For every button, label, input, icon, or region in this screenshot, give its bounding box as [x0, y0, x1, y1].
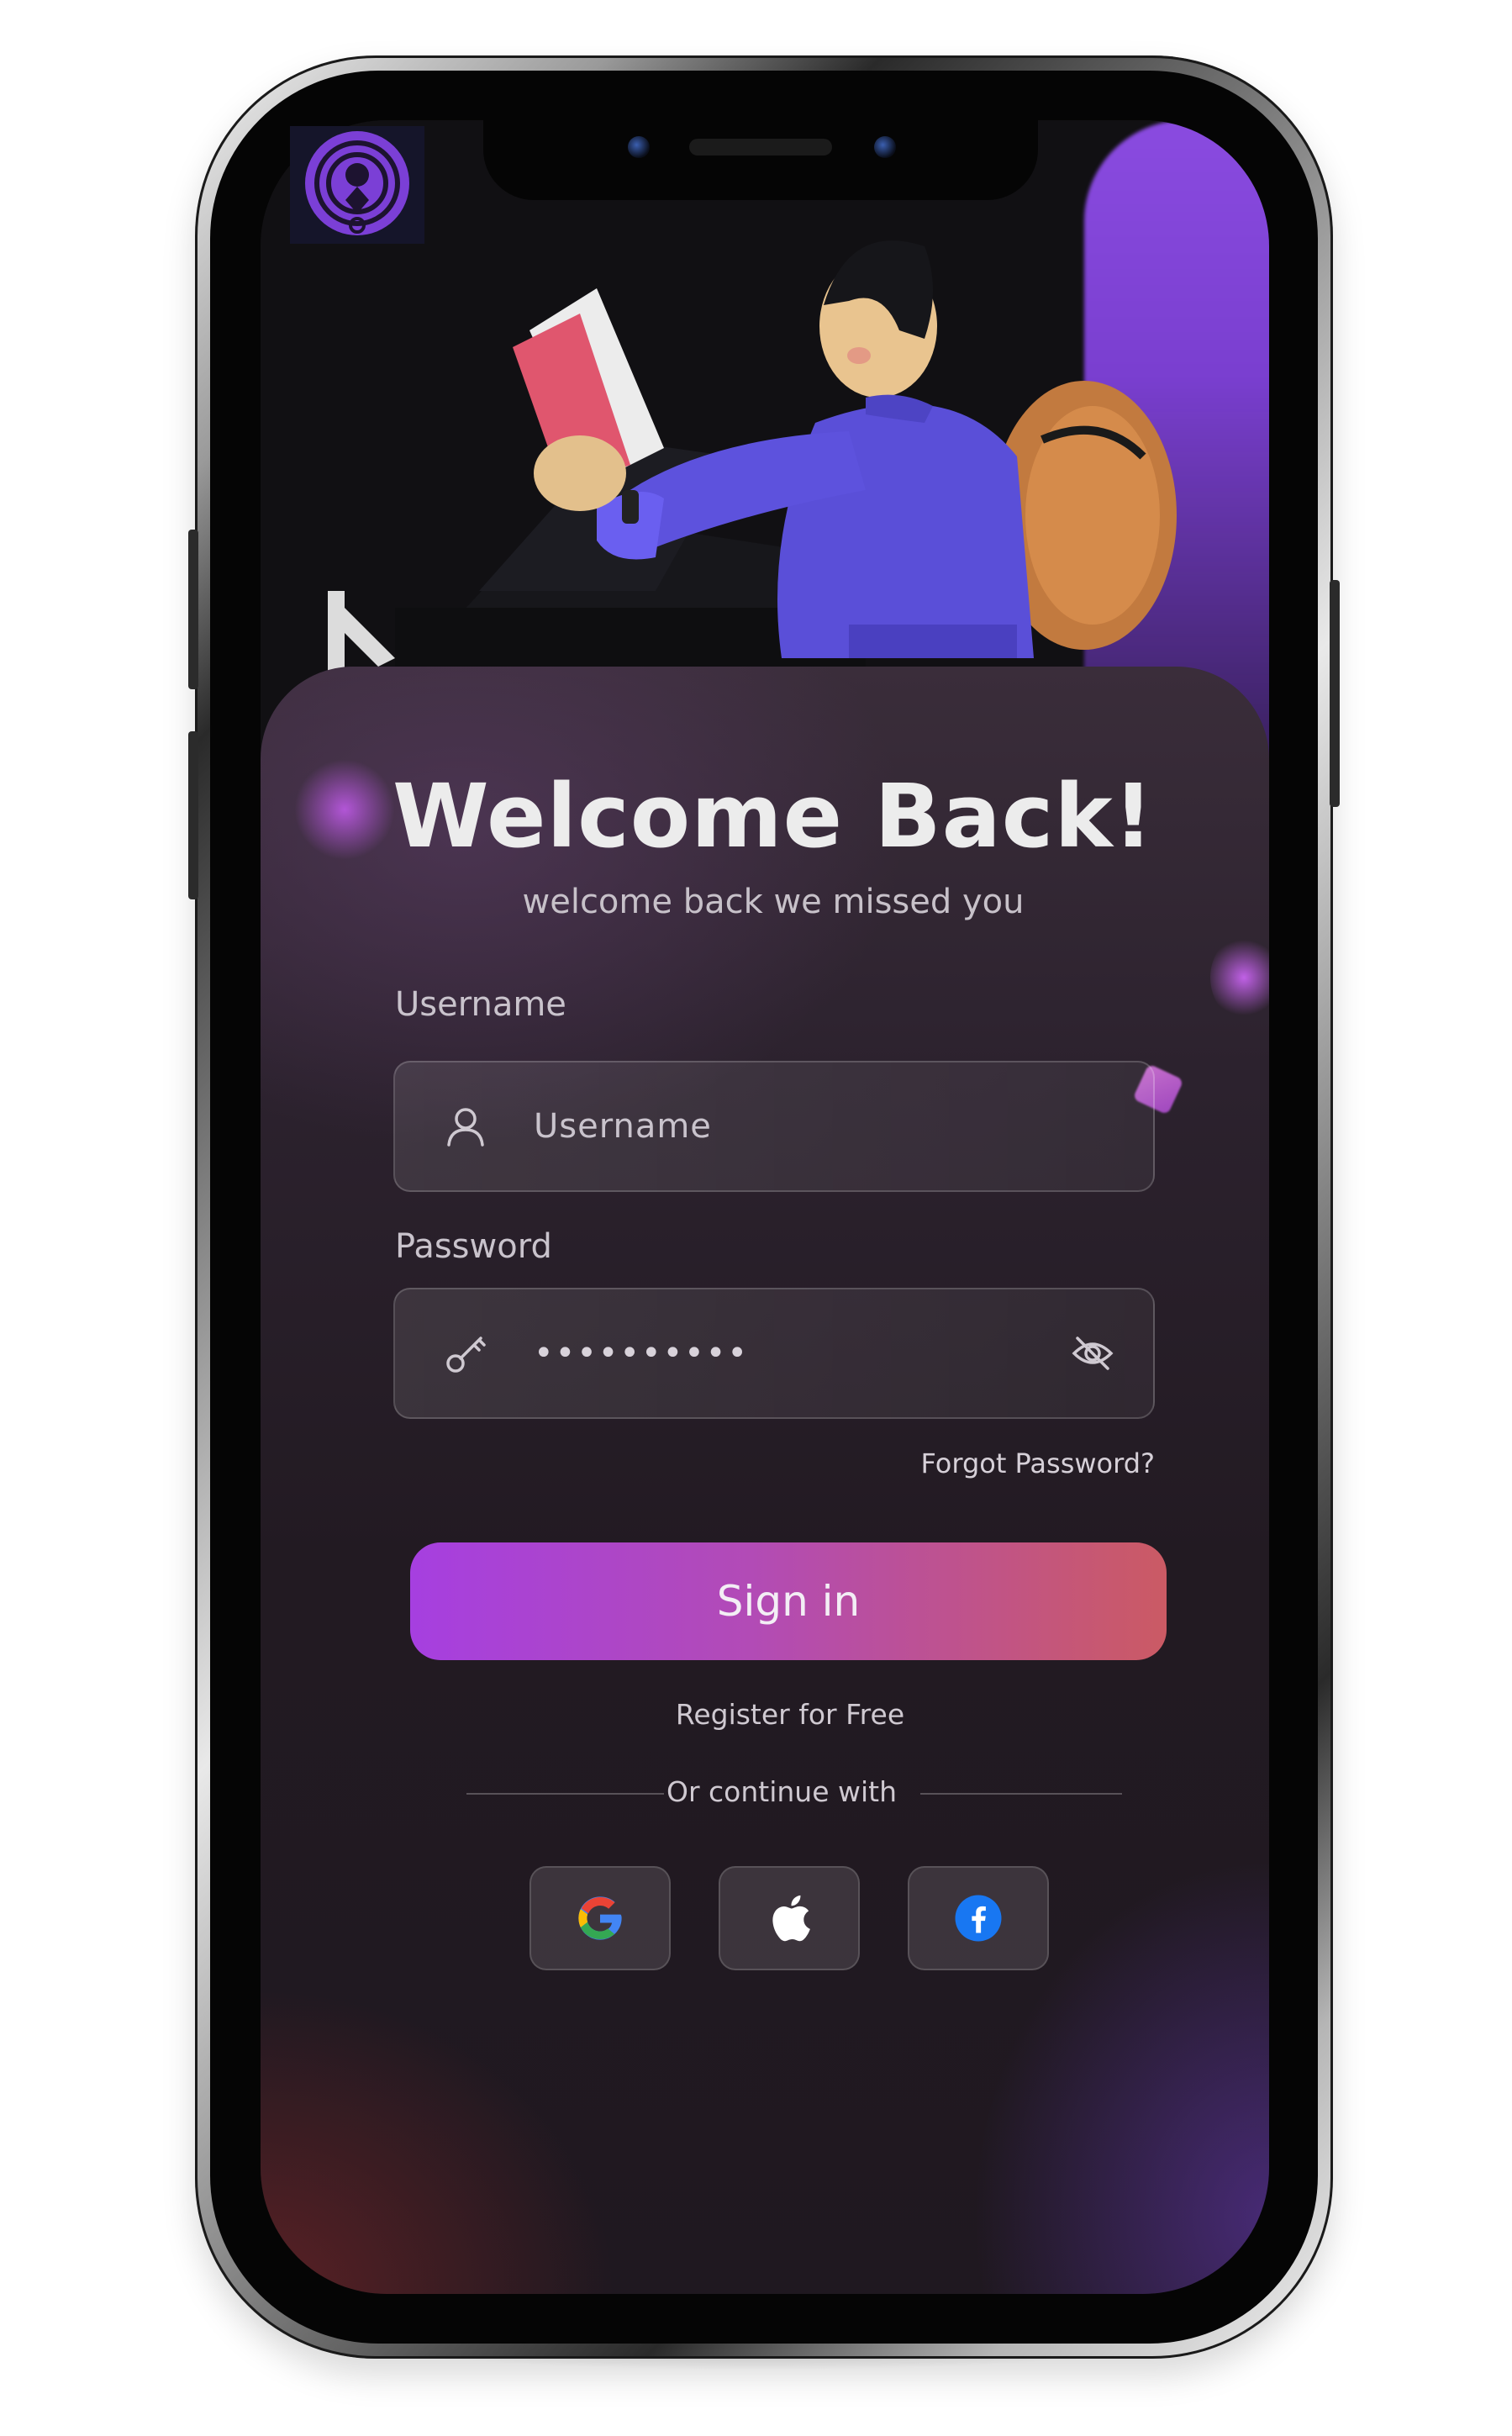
- decorative-orb: [1210, 936, 1269, 1020]
- facebook-icon: [955, 1895, 1002, 1942]
- username-placeholder: Username: [534, 1107, 712, 1146]
- apple-button[interactable]: [719, 1866, 860, 1970]
- facebook-button[interactable]: [908, 1866, 1049, 1970]
- google-icon: [578, 1896, 622, 1940]
- app-logo: [290, 126, 424, 244]
- forgot-password-link[interactable]: Forgot Password?: [891, 1447, 1156, 1479]
- divider-left: [466, 1793, 664, 1795]
- sign-in-button[interactable]: Sign in: [410, 1542, 1167, 1660]
- decorative-orb: [294, 759, 395, 860]
- front-camera: [628, 136, 650, 158]
- logo-icon: [305, 131, 409, 235]
- apple-icon: [772, 1895, 810, 1942]
- username-field[interactable]: Username: [393, 1061, 1155, 1192]
- username-label: Username: [395, 985, 566, 1024]
- user-icon: [447, 1108, 484, 1147]
- google-button[interactable]: [529, 1866, 671, 1970]
- register-link[interactable]: Register for Free: [538, 1698, 1042, 1731]
- password-field[interactable]: ••••••••••: [393, 1288, 1155, 1419]
- volume-up-button: [188, 530, 198, 689]
- volume-down-button: [188, 731, 198, 899]
- password-label: Password: [395, 1227, 552, 1266]
- phone-notch: [483, 120, 1038, 200]
- password-value: ••••••••••: [534, 1334, 749, 1373]
- page-title: Welcome Back!: [392, 765, 1155, 867]
- page-subtitle: welcome back we missed you: [522, 883, 1025, 921]
- power-button: [1330, 580, 1340, 807]
- eye-off-icon[interactable]: [1069, 1330, 1116, 1377]
- or-continue-text: Or continue with: [666, 1775, 898, 1808]
- key-icon: [446, 1337, 486, 1373]
- earpiece-speaker: [689, 139, 832, 156]
- sensor: [874, 136, 896, 158]
- divider-right: [920, 1793, 1122, 1795]
